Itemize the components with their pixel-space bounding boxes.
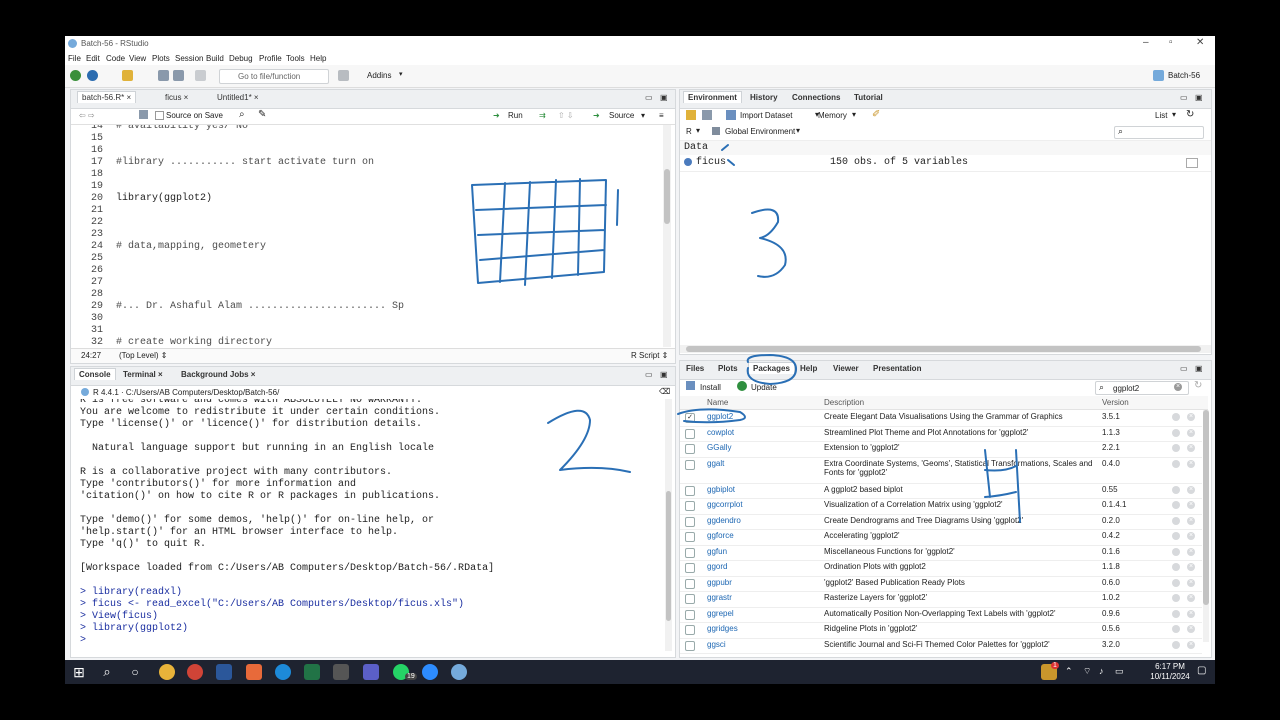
ink-stroke-1 (616, 189, 619, 226)
ink-digit-4 (984, 449, 1021, 523)
ink-grid-sketch (471, 178, 607, 286)
ink-tick (721, 144, 735, 166)
ink-underline-ggplot2 (677, 408, 746, 424)
ink-annotations (471, 144, 1021, 523)
ink-circle-packages (746, 354, 798, 385)
ink-digit-2 (547, 409, 631, 473)
ink-digit-3 (751, 208, 787, 278)
